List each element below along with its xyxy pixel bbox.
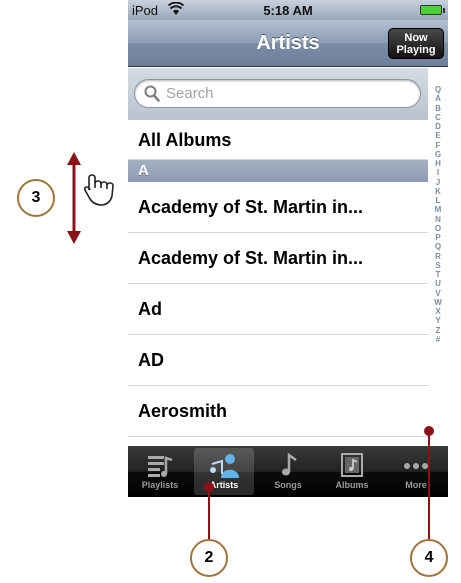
index-letter[interactable]: Z xyxy=(428,326,448,335)
index-letter[interactable]: T xyxy=(428,270,448,279)
index-letter[interactable]: G xyxy=(428,150,448,159)
songs-icon xyxy=(282,452,297,476)
status-bar: iPod 5:18 AM xyxy=(128,0,448,20)
tab-label: Songs xyxy=(274,480,302,490)
playlists-icon xyxy=(148,456,173,477)
tab-songs[interactable]: Songs xyxy=(258,448,318,495)
index-letter[interactable]: B xyxy=(428,104,448,113)
now-playing-line2: Playing xyxy=(396,44,436,56)
index-letter[interactable]: Q xyxy=(428,242,448,251)
tab-label: Albums xyxy=(335,480,369,490)
search-placeholder: Search xyxy=(166,85,214,102)
index-letter[interactable]: J xyxy=(428,178,448,187)
index-letter[interactable]: K xyxy=(428,187,448,196)
index-letter[interactable]: C xyxy=(428,113,448,122)
index-letter[interactable]: P xyxy=(428,233,448,242)
tab-bar: Playlists Artists Songs Albums More xyxy=(128,446,448,497)
callout-2-line xyxy=(208,487,210,540)
tab-albums[interactable]: Albums xyxy=(322,448,382,495)
index-letter[interactable]: N xyxy=(428,215,448,224)
scroll-arrow-icon xyxy=(67,152,81,244)
artists-icon xyxy=(210,454,239,478)
index-letter[interactable]: O xyxy=(428,224,448,233)
albums-icon xyxy=(341,453,363,477)
index-letter[interactable]: M xyxy=(428,205,448,214)
callout-2: 2 xyxy=(190,539,228,577)
index-letter[interactable]: F xyxy=(428,141,448,150)
index-letter[interactable]: L xyxy=(428,196,448,205)
battery-icon xyxy=(420,5,445,15)
index-letter[interactable]: Q xyxy=(428,85,448,94)
now-playing-line1: Now xyxy=(404,32,428,44)
index-letter[interactable]: D xyxy=(428,122,448,131)
callout-4-line xyxy=(428,431,430,540)
now-playing-button[interactable]: Now Playing xyxy=(388,28,444,59)
list-item[interactable]: AD xyxy=(128,335,428,386)
status-time: 5:18 AM xyxy=(263,3,313,18)
tab-playlists[interactable]: Playlists xyxy=(130,448,190,495)
list-item[interactable]: Ad xyxy=(128,284,428,335)
callout-3: 3 xyxy=(17,179,55,217)
index-letter[interactable]: R xyxy=(428,252,448,261)
finger-icon xyxy=(84,174,114,206)
tab-label: Playlists xyxy=(141,480,179,490)
section-header-a: A xyxy=(128,160,428,182)
index-letter[interactable]: A xyxy=(428,94,448,103)
index-letter[interactable]: S xyxy=(428,261,448,270)
callout-4: 4 xyxy=(410,539,448,577)
ipod-screen: iPod 5:18 AM Artists Now Playing Search … xyxy=(128,0,448,497)
index-letter[interactable]: I xyxy=(428,168,448,177)
tab-label: More xyxy=(405,480,427,490)
list-item[interactable]: Academy of St. Martin in... xyxy=(128,182,428,233)
artist-list: All Albums A Academy of St. Martin in...… xyxy=(128,120,428,488)
tab-more[interactable]: More xyxy=(386,448,446,495)
index-letter[interactable]: V xyxy=(428,289,448,298)
search-bar: Search xyxy=(128,68,428,120)
tab-artists[interactable]: Artists xyxy=(194,448,254,495)
search-icon xyxy=(144,85,160,102)
nav-bar: Artists Now Playing xyxy=(128,20,448,67)
tab-label: Artists xyxy=(209,480,239,490)
all-albums-row[interactable]: All Albums xyxy=(128,120,428,160)
index-letter[interactable]: W xyxy=(428,298,448,307)
index-letter[interactable]: H xyxy=(428,159,448,168)
more-icon xyxy=(404,463,428,469)
index-letter[interactable]: E xyxy=(428,131,448,140)
index-letter[interactable]: U xyxy=(428,279,448,288)
list-item[interactable]: Aerosmith xyxy=(128,386,428,437)
index-letter[interactable]: X xyxy=(428,307,448,316)
search-input[interactable]: Search xyxy=(134,79,421,108)
index-letter[interactable]: Y xyxy=(428,316,448,325)
list-item[interactable]: Academy of St. Martin in... xyxy=(128,233,428,284)
alphabet-index[interactable]: Q A B C D E F G H I J K L M N O P Q R S T U V W X Y Z # xyxy=(428,85,448,435)
index-letter[interactable]: # xyxy=(428,335,448,344)
